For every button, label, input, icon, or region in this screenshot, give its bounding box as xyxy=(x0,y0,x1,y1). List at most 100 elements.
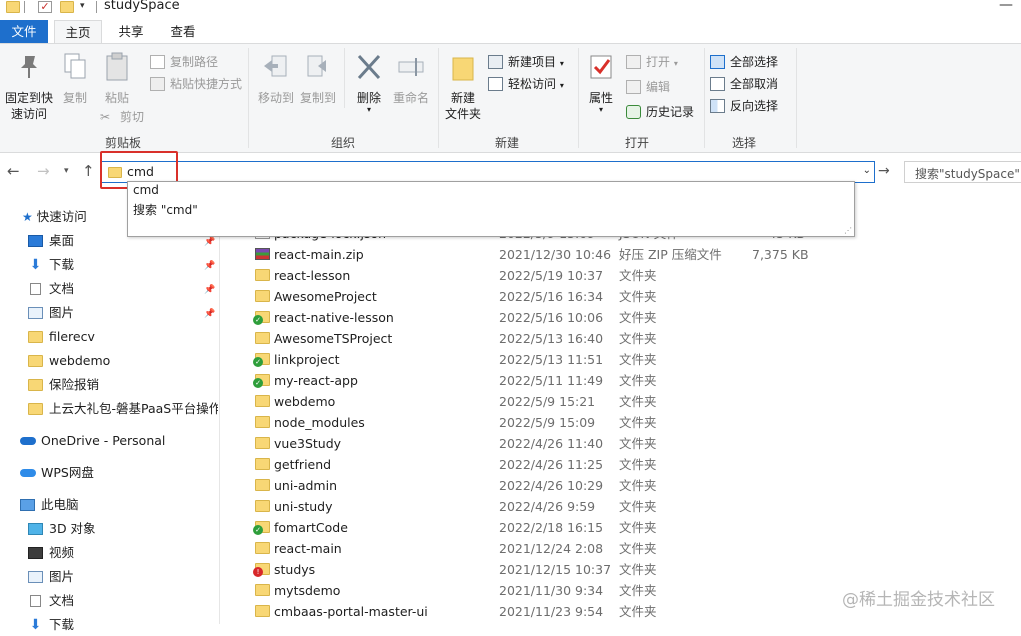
paste-shortcut-button[interactable]: 粘贴快捷方式 xyxy=(150,74,242,94)
document-icon xyxy=(30,595,41,607)
sidebar-item-downloads-pc[interactable]: ⬇ 下载 xyxy=(28,614,74,636)
copy-path-button[interactable]: 复制路径 xyxy=(150,52,218,72)
resize-grip-icon[interactable]: ⋰ xyxy=(844,226,852,235)
rename-button[interactable]: 重命名 xyxy=(390,48,432,106)
pin-icon[interactable]: 📌 xyxy=(204,285,215,295)
file-row[interactable]: ✓ my-react-app 2022/5/11 11:49 文件夹 xyxy=(222,370,1021,391)
properties-check-icon[interactable]: ✓ xyxy=(38,1,52,13)
invert-selection-icon xyxy=(710,99,725,113)
file-row[interactable]: ✓ react-native-lesson 2022/5/16 10:06 文件夹 xyxy=(222,307,1021,328)
file-row[interactable]: AwesomeTSProject 2022/5/13 16:40 文件夹 xyxy=(222,328,1021,349)
file-row[interactable]: uni-study 2022/4/26 9:59 文件夹 xyxy=(222,496,1021,517)
search-input[interactable]: 搜索"studySpace" xyxy=(904,161,1021,183)
file-row[interactable]: react-lesson 2022/5/19 10:37 文件夹 xyxy=(222,265,1021,286)
tab-file[interactable]: 文件 xyxy=(0,20,48,43)
file-row[interactable]: AwesomeProject 2022/5/16 16:34 文件夹 xyxy=(222,286,1021,307)
select-all-label: 全部选择 xyxy=(730,55,779,69)
suggestion-item[interactable]: 搜索 "cmd" xyxy=(133,201,198,218)
sidebar-item-3d-objects[interactable]: 3D 对象 xyxy=(28,518,96,540)
file-name: getfriend xyxy=(274,457,332,472)
ribbon: 固定到快 速访问 复制 粘贴 复制路径 粘贴快捷方式 ✂ 剪切 剪贴板 移动到 xyxy=(0,43,1021,153)
forward-arrow-icon[interactable]: → xyxy=(37,162,50,180)
pin-icon[interactable]: 📌 xyxy=(204,309,215,319)
close-icon[interactable]: — xyxy=(999,0,1013,13)
file-row[interactable]: ✓ linkproject 2022/5/13 11:51 文件夹 xyxy=(222,349,1021,370)
file-type: 文件夹 xyxy=(619,478,657,493)
sidebar-item-this-pc[interactable]: 此电脑 xyxy=(20,494,79,516)
picture-icon xyxy=(28,571,43,583)
up-arrow-icon[interactable]: ↑ xyxy=(82,162,95,180)
cut-label: 剪切 xyxy=(120,110,145,124)
easy-access-button[interactable]: 轻松访问 ▾ xyxy=(488,74,564,94)
sidebar-item-downloads[interactable]: ⬇ 下载 xyxy=(28,254,74,276)
sidebar-item-pictures[interactable]: 图片 xyxy=(28,302,74,324)
sidebar-item-filerecv[interactable]: filerecv xyxy=(28,326,95,348)
new-folder-icon[interactable] xyxy=(60,1,74,13)
paste-button[interactable]: 粘贴 xyxy=(100,48,134,106)
delete-label: 删除 xyxy=(356,91,381,105)
sidebar-item-insurance[interactable]: 保险报销 xyxy=(28,374,99,396)
copy-label: 复制 xyxy=(62,91,87,105)
title-bar: ✓ ▾ studySpace — xyxy=(0,0,1021,18)
sidebar-item-quick-access[interactable]: ★ 快速访问 xyxy=(22,206,87,228)
file-row[interactable]: ✓ fomartCode 2022/2/18 16:15 文件夹 xyxy=(222,517,1021,538)
address-suggestions: cmd 搜索 "cmd" ⋰ xyxy=(127,181,855,237)
move-to-label: 移动到 xyxy=(257,91,294,105)
folder-icon xyxy=(255,605,270,617)
tab-share[interactable]: 共享 xyxy=(108,20,154,43)
sidebar-item-videos[interactable]: 视频 xyxy=(28,542,74,564)
copy-to-icon xyxy=(307,55,326,77)
sidebar-item-onedrive[interactable]: OneDrive - Personal xyxy=(20,430,165,452)
sidebar-item-documents[interactable]: 文档 xyxy=(28,278,74,300)
file-row[interactable]: vue3Study 2022/4/26 11:40 文件夹 xyxy=(222,433,1021,454)
copy-button[interactable]: 复制 xyxy=(58,48,92,106)
sidebar-item-webdemo[interactable]: webdemo xyxy=(28,350,110,372)
tab-home[interactable]: 主页 xyxy=(54,20,102,43)
sidebar-item-desktop[interactable]: 桌面 xyxy=(28,230,74,252)
file-row[interactable]: react-main.zip 2021/12/30 10:46 好压 ZIP 压缩文… xyxy=(222,244,1021,265)
sidebar-item-pictures-pc[interactable]: 图片 xyxy=(28,566,74,588)
pin-icon[interactable]: 📌 xyxy=(204,261,215,271)
file-row[interactable]: webdemo 2022/5/9 15:21 文件夹 xyxy=(222,391,1021,412)
cut-button[interactable]: ✂ 剪切 xyxy=(100,107,144,127)
sync-ok-icon: ✓ xyxy=(253,357,263,367)
customize-toolbar-icon[interactable]: ▾ xyxy=(80,1,94,13)
suggestion-item[interactable]: cmd xyxy=(133,183,159,197)
file-type: 文件夹 xyxy=(619,562,657,577)
file-type: 文件夹 xyxy=(619,352,657,367)
pin-to-quick-access-button[interactable]: 固定到快 速访问 xyxy=(2,48,56,122)
sidebar-item-wps[interactable]: WPS网盘 xyxy=(20,462,94,484)
address-bar[interactable]: cmd ⌄ xyxy=(101,161,875,183)
copy-icon xyxy=(64,53,86,79)
file-row[interactable]: getfriend 2022/4/26 11:25 文件夹 xyxy=(222,454,1021,475)
new-folder-button[interactable]: 新建 文件夹 xyxy=(442,48,484,122)
watermark-text: @稀土掘金技术社区 xyxy=(842,590,995,610)
history-button[interactable]: 历史记录 xyxy=(626,102,694,122)
edit-button[interactable]: 编辑 xyxy=(626,77,670,97)
file-row[interactable]: node_modules 2022/5/9 15:09 文件夹 xyxy=(222,412,1021,433)
invert-selection-button[interactable]: 反向选择 xyxy=(710,96,778,116)
file-row[interactable]: react-main 2021/12/24 2:08 文件夹 xyxy=(222,538,1021,559)
new-folder-label-line2: 文件夹 xyxy=(444,107,481,121)
folder-icon xyxy=(28,331,43,343)
move-to-button[interactable]: 移动到 xyxy=(254,48,298,106)
select-none-button[interactable]: 全部取消 xyxy=(710,74,778,94)
select-all-icon xyxy=(710,55,725,69)
delete-button[interactable]: 删除 ▾ xyxy=(350,48,388,114)
copy-to-button[interactable]: 复制到 xyxy=(296,48,340,106)
go-arrow-icon[interactable]: → xyxy=(878,163,890,179)
chevron-down-icon[interactable]: ⌄ xyxy=(863,165,871,176)
pin-icon[interactable]: 📌 xyxy=(204,237,215,247)
file-row[interactable]: ! studys 2021/12/15 10:37 文件夹 xyxy=(222,559,1021,580)
file-row[interactable]: uni-admin 2022/4/26 10:29 文件夹 xyxy=(222,475,1021,496)
select-all-button[interactable]: 全部选择 xyxy=(710,52,778,72)
back-arrow-icon[interactable]: ← xyxy=(7,162,20,180)
sidebar-item-cloud-package[interactable]: 上云大礼包-磐基PaaS平台操作 xyxy=(28,398,218,420)
file-name: fomartCode xyxy=(274,520,348,535)
open-button[interactable]: 打开 ▾ xyxy=(626,52,678,72)
recent-locations-icon[interactable]: ▾ xyxy=(64,166,69,176)
sidebar-item-documents-pc[interactable]: 文档 xyxy=(28,590,74,612)
properties-button[interactable]: 属性 ▾ xyxy=(582,48,620,114)
new-item-button[interactable]: 新建项目 ▾ xyxy=(488,52,564,72)
tab-view[interactable]: 查看 xyxy=(160,20,206,43)
